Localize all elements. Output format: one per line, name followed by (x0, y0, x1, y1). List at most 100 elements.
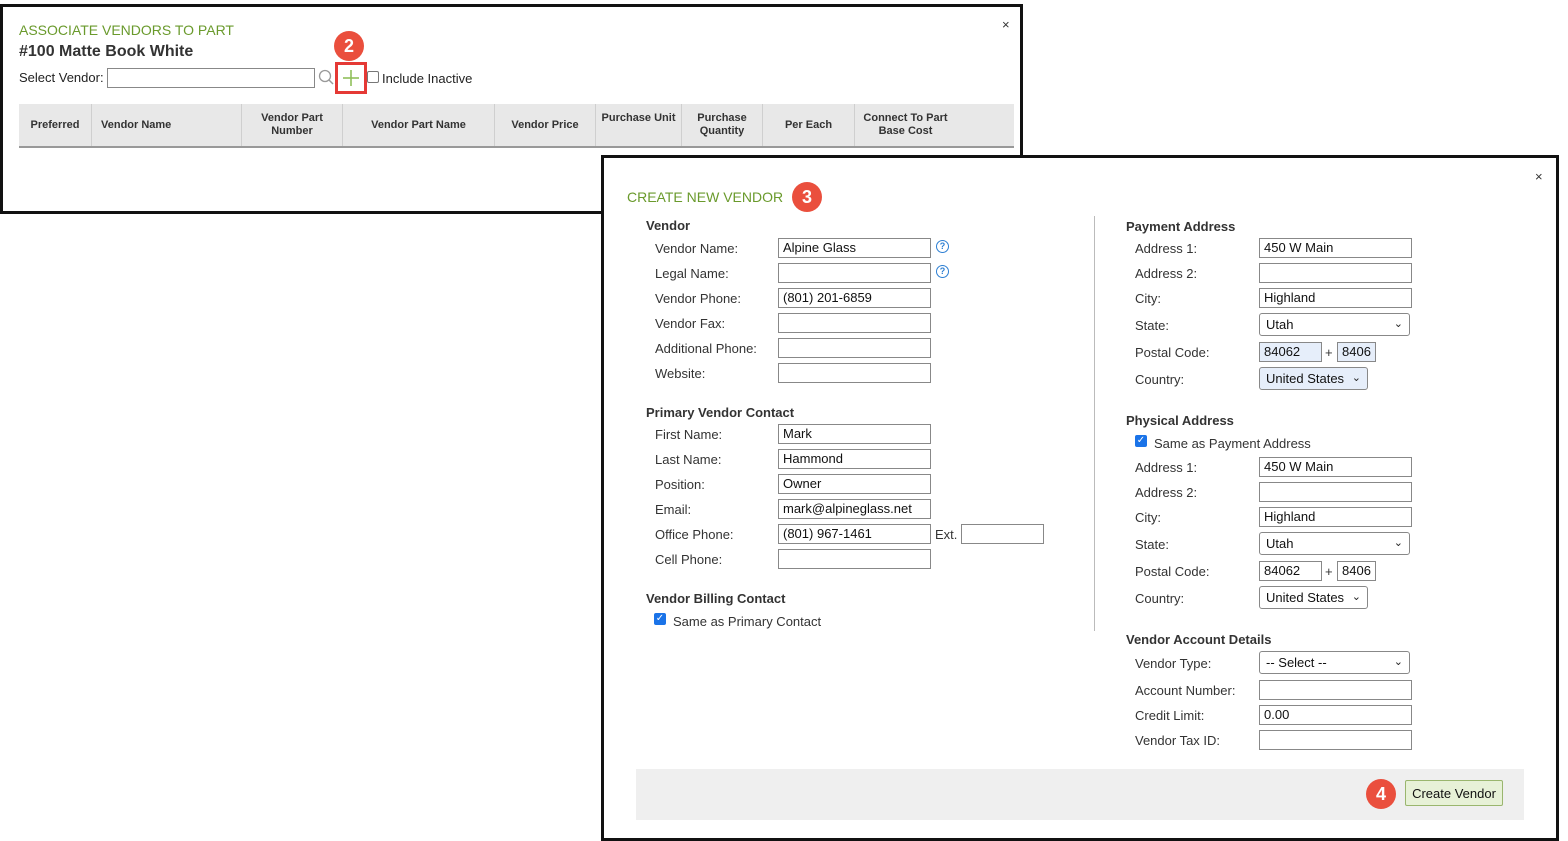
account-number-input[interactable] (1259, 680, 1412, 700)
website-input[interactable] (778, 363, 931, 383)
vendor-fax-input[interactable] (778, 313, 931, 333)
account-number-label: Account Number: (1135, 683, 1236, 698)
ext-input[interactable] (961, 524, 1044, 544)
credit-limit-label: Credit Limit: (1135, 708, 1205, 723)
help-icon[interactable]: ? (936, 265, 949, 278)
postal-plus: + (1325, 345, 1333, 360)
additional-phone-input[interactable] (778, 338, 931, 358)
vendor-name-label: Vendor Name: (655, 241, 739, 256)
column-header[interactable]: Preferred (19, 104, 91, 146)
physical-city-input[interactable]: Highland (1259, 507, 1412, 527)
additional-phone-label: Additional Phone: (655, 341, 757, 356)
credit-limit-input[interactable]: 0.00 (1259, 705, 1412, 725)
help-icon[interactable]: ? (936, 240, 949, 253)
plus-icon (341, 68, 361, 88)
payment-address2-input[interactable] (1259, 263, 1412, 283)
physical-country-label: Country: (1135, 591, 1185, 606)
column-header[interactable]: Vendor Price (494, 104, 595, 146)
vendor-table-header: Preferred Vendor Name Vendor Part Number… (19, 104, 1014, 148)
payment-postal-input[interactable]: 84062 (1259, 342, 1322, 362)
payment-state-value: Utah (1266, 317, 1294, 332)
create-vendor-close-button[interactable]: × (1535, 169, 1543, 184)
select-vendor-input[interactable] (107, 68, 315, 88)
vendor-section-heading: Vendor (646, 218, 691, 233)
cell-phone-label: Cell Phone: (655, 552, 723, 567)
column-header[interactable]: Vendor Part Number (241, 104, 342, 146)
add-vendor-button[interactable] (335, 62, 367, 94)
position-label: Position: (655, 477, 705, 492)
cell-phone-input[interactable] (778, 549, 931, 569)
physical-address2-label: Address 2: (1135, 485, 1198, 500)
vendor-type-value: -- Select -- (1266, 655, 1327, 670)
select-vendor-label: Select Vendor: (19, 70, 104, 85)
payment-city-label: City: (1135, 291, 1161, 306)
column-header[interactable]: Vendor Part Name (342, 104, 494, 146)
step-badge-3: 3 (792, 182, 822, 212)
last-name-label: Last Name: (655, 452, 722, 467)
payment-address-heading: Payment Address (1126, 219, 1236, 234)
vendor-phone-input[interactable]: (801) 201-6859 (778, 288, 931, 308)
vendor-type-select[interactable]: -- Select -- ⌄ (1259, 651, 1410, 674)
column-header[interactable]: Vendor Name (91, 104, 241, 146)
position-input[interactable]: Owner (778, 474, 931, 494)
column-header[interactable]: Purchase Quantity (681, 104, 762, 146)
website-label: Website: (655, 366, 706, 381)
associate-dialog-close-button[interactable]: × (1002, 17, 1010, 32)
physical-postal-input[interactable]: 84062 (1259, 561, 1322, 581)
same-as-primary-label: Same as Primary Contact (673, 614, 822, 629)
chevron-down-icon: ⌄ (1393, 656, 1403, 668)
payment-state-select[interactable]: Utah ⌄ (1259, 313, 1410, 336)
create-vendor-title: CREATE NEW VENDOR (627, 189, 784, 205)
tax-id-label: Vendor Tax ID: (1135, 733, 1221, 748)
payment-postal-ext-input[interactable]: 8406 (1337, 342, 1376, 362)
last-name-input[interactable]: Hammond (778, 449, 931, 469)
chevron-down-icon: ⌄ (1393, 537, 1403, 549)
part-name-heading: #100 Matte Book White (19, 43, 194, 60)
billing-contact-heading: Vendor Billing Contact (646, 591, 786, 606)
first-name-input[interactable]: Mark (778, 424, 931, 444)
payment-country-select[interactable]: United States ⌄ (1259, 367, 1368, 390)
physical-country-value: United States (1266, 590, 1345, 605)
payment-address1-input[interactable]: 450 W Main (1259, 238, 1412, 258)
column-header[interactable]: Purchase Unit (595, 104, 681, 146)
vendor-name-input[interactable]: Alpine Glass (778, 238, 931, 258)
same-as-primary-checkbox[interactable]: ✓ (654, 613, 666, 625)
payment-country-label: Country: (1135, 372, 1185, 387)
column-divider (1094, 216, 1095, 631)
search-icon[interactable] (318, 69, 334, 85)
include-inactive-label: Include Inactive (382, 71, 473, 86)
primary-contact-heading: Primary Vendor Contact (646, 405, 795, 420)
physical-state-select[interactable]: Utah ⌄ (1259, 532, 1410, 555)
physical-postal-label: Postal Code: (1135, 564, 1210, 579)
office-phone-label: Office Phone: (655, 527, 734, 542)
office-phone-input[interactable]: (801) 967-1461 (778, 524, 931, 544)
chevron-down-icon: ⌄ (1351, 372, 1361, 384)
include-inactive-checkbox[interactable] (367, 71, 379, 83)
vendor-fax-label: Vendor Fax: (655, 316, 726, 331)
step-badge-2: 2 (334, 31, 364, 61)
same-as-payment-checkbox[interactable]: ✓ (1135, 435, 1147, 447)
postal-plus: + (1325, 564, 1333, 579)
dialog-footer: 4 Create Vendor (636, 769, 1524, 820)
physical-country-select[interactable]: United States ⌄ (1259, 586, 1368, 609)
email-label: Email: (655, 502, 692, 517)
physical-state-value: Utah (1266, 536, 1294, 551)
account-details-heading: Vendor Account Details (1126, 632, 1272, 647)
create-vendor-button[interactable]: Create Vendor (1405, 780, 1503, 806)
tax-id-input[interactable] (1259, 730, 1412, 750)
column-header[interactable]: Per Each (762, 104, 854, 146)
physical-address1-input[interactable]: 450 W Main (1259, 457, 1412, 477)
physical-postal-ext-input[interactable]: 8406 (1337, 561, 1376, 581)
vendor-phone-label: Vendor Phone: (655, 291, 742, 306)
physical-address2-input[interactable] (1259, 482, 1412, 502)
chevron-down-icon: ⌄ (1393, 318, 1403, 330)
email-input[interactable]: mark@alpineglass.net (778, 499, 931, 519)
payment-city-input[interactable]: Highland (1259, 288, 1412, 308)
legal-name-input[interactable] (778, 263, 931, 283)
chevron-down-icon: ⌄ (1351, 591, 1361, 603)
column-header[interactable]: Connect To Part Base Cost (854, 104, 956, 146)
legal-name-label: Legal Name: (655, 266, 729, 281)
payment-state-label: State: (1135, 318, 1169, 333)
vendor-type-label: Vendor Type: (1135, 656, 1212, 671)
physical-city-label: City: (1135, 510, 1161, 525)
